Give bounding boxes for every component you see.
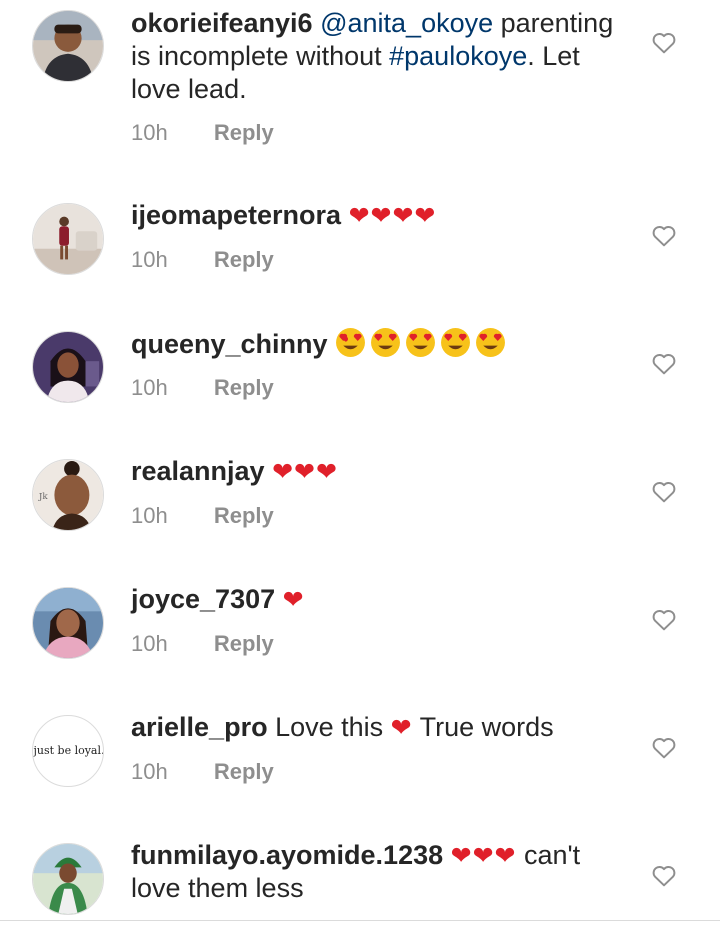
comment-text: arielle_pro Love this ❤ True words bbox=[131, 711, 631, 744]
comment-username[interactable]: realannjay bbox=[131, 456, 265, 486]
comment-body: True words bbox=[412, 712, 554, 742]
comment-username[interactable]: ijeomapeternora bbox=[131, 200, 341, 230]
comment-time: 10h bbox=[131, 631, 168, 656]
comment-text: realannjay ❤❤❤ bbox=[131, 455, 631, 488]
comment-time: 10h bbox=[131, 503, 168, 528]
comment-username[interactable]: okorieifeanyi6 bbox=[131, 8, 313, 38]
heart-eyes-emoji bbox=[336, 328, 366, 357]
like-heart-icon[interactable] bbox=[651, 479, 677, 503]
heart-eyes-emoji bbox=[406, 328, 436, 357]
comment-text: ijeomapeternora ❤❤❤❤ bbox=[131, 199, 631, 232]
comment-username[interactable]: funmilayo.ayomide.1238 bbox=[131, 840, 443, 870]
avatar-woman-outdoor-photo bbox=[33, 844, 103, 914]
heart-emoji: ❤ bbox=[390, 713, 413, 742]
avatar[interactable] bbox=[32, 203, 104, 275]
heart-emoji: ❤ bbox=[282, 585, 305, 614]
comment-time: 10h bbox=[131, 375, 168, 400]
like-heart-icon[interactable] bbox=[651, 735, 677, 759]
heart-eyes-emoji bbox=[371, 328, 401, 357]
like-heart-icon[interactable] bbox=[651, 863, 677, 887]
avatar-man-photo bbox=[33, 11, 103, 81]
comment-username[interactable]: arielle_pro bbox=[131, 712, 268, 742]
comment-username[interactable]: queeny_chinny bbox=[131, 329, 328, 359]
heart-emoji: ❤❤❤ bbox=[450, 841, 517, 870]
avatar[interactable]: just be loyal. bbox=[32, 715, 104, 787]
comment-time: 10h bbox=[131, 247, 168, 272]
heart-emoji: ❤❤❤❤ bbox=[348, 201, 437, 230]
reply-button[interactable]: Reply bbox=[214, 247, 274, 272]
comment-text: queeny_chinny bbox=[131, 327, 631, 361]
like-heart-icon[interactable] bbox=[651, 351, 677, 375]
avatar-text: just be loyal. bbox=[33, 744, 104, 757]
comment-text: joyce_7307 ❤ bbox=[131, 583, 631, 616]
reply-button[interactable]: Reply bbox=[214, 631, 274, 656]
comment-time: 10h bbox=[131, 120, 168, 145]
reply-button[interactable]: Reply bbox=[214, 759, 274, 784]
like-heart-icon[interactable] bbox=[651, 30, 677, 54]
comment-text: okorieifeanyi6 @anita_okoye parenting is… bbox=[131, 7, 631, 106]
comment-username[interactable]: joyce_7307 bbox=[131, 584, 275, 614]
avatar[interactable] bbox=[32, 331, 104, 403]
heart-emoji: ❤❤❤ bbox=[272, 457, 338, 486]
avatar-woman-portrait-photo: Jk bbox=[33, 460, 103, 530]
avatar[interactable]: Jk bbox=[32, 459, 104, 531]
comment-mention[interactable]: @anita_okoye bbox=[320, 8, 493, 38]
avatar-woman-pink-photo bbox=[33, 588, 103, 658]
reply-button[interactable]: Reply bbox=[214, 503, 274, 528]
avatar[interactable] bbox=[32, 843, 104, 915]
avatar[interactable] bbox=[32, 587, 104, 659]
like-heart-icon[interactable] bbox=[651, 223, 677, 247]
avatar[interactable] bbox=[32, 10, 104, 82]
avatar-woman-room-photo bbox=[33, 204, 103, 274]
comment-text: funmilayo.ayomide.1238 ❤❤❤ can't love th… bbox=[131, 839, 631, 905]
heart-eyes-emoji-group bbox=[335, 328, 510, 359]
reply-button[interactable]: Reply bbox=[214, 375, 274, 400]
divider bbox=[0, 920, 720, 921]
comment-time: 10h bbox=[131, 759, 168, 784]
heart-eyes-emoji bbox=[441, 328, 471, 357]
comment-body: Love this bbox=[267, 712, 391, 742]
like-heart-icon[interactable] bbox=[651, 607, 677, 631]
reply-button[interactable]: Reply bbox=[214, 120, 274, 145]
svg-text:Jk: Jk bbox=[38, 492, 49, 502]
avatar-woman-purple-photo bbox=[33, 332, 103, 402]
comment-hashtag[interactable]: #paulokoye bbox=[389, 41, 527, 71]
heart-eyes-emoji bbox=[476, 328, 506, 357]
